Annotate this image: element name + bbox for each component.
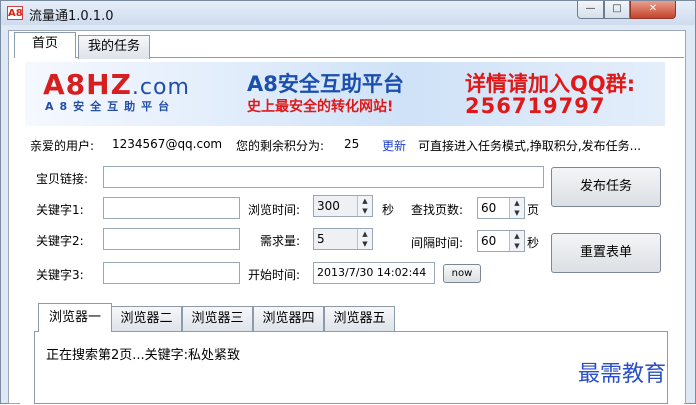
- publish-task-button[interactable]: 发布任务: [551, 167, 661, 207]
- interval-label: 间隔时间:: [411, 236, 464, 250]
- spin-down-icon[interactable]: ▼: [510, 241, 524, 251]
- search-pages-value: 60: [481, 201, 497, 215]
- spin-up-icon[interactable]: ▲: [358, 196, 372, 206]
- browse-time-label: 浏览时间:: [248, 203, 301, 217]
- maximize-button[interactable]: □: [604, 1, 630, 19]
- search-pages-label: 查找页数:: [411, 203, 464, 217]
- banner-logo-text: A8HZ: [43, 68, 132, 101]
- interval-unit: 秒: [527, 236, 540, 250]
- points-value: 25: [344, 137, 360, 151]
- browse-time-spin-buttons[interactable]: ▲ ▼: [357, 196, 372, 216]
- tab-browser-3[interactable]: 浏览器三: [182, 306, 253, 331]
- spin-up-icon[interactable]: ▲: [510, 231, 524, 241]
- banner-subtitle: 史上最安全的转化网站!: [247, 99, 394, 115]
- keyword3-label: 关键字3:: [36, 268, 84, 282]
- close-button[interactable]: ✕: [630, 1, 676, 19]
- link-input[interactable]: [103, 166, 544, 188]
- keyword3-input[interactable]: [103, 262, 240, 284]
- browse-time-unit: 秒: [382, 203, 395, 217]
- demand-label: 需求量:: [260, 234, 301, 248]
- banner-title: A8安全互助平台: [247, 72, 404, 96]
- tab-home[interactable]: 首页: [14, 32, 76, 58]
- search-pages-spinner[interactable]: 60 ▲ ▼: [477, 197, 525, 219]
- demand-value: 5: [317, 232, 325, 246]
- search-pages-unit: 页: [527, 203, 540, 217]
- start-time-input[interactable]: 2013/7/30 14:02:44: [313, 262, 435, 284]
- search-pages-spin-buttons[interactable]: ▲ ▼: [509, 198, 524, 218]
- tab-browser-4[interactable]: 浏览器四: [253, 306, 324, 331]
- ad-banner[interactable]: A8HZ.com A8安全互助平台 A8安全互助平台 史上最安全的转化网站! 详…: [25, 62, 665, 126]
- reset-form-button[interactable]: 重置表单: [551, 233, 661, 273]
- demand-spin-buttons[interactable]: ▲ ▼: [357, 229, 372, 249]
- spin-down-icon[interactable]: ▼: [510, 208, 524, 218]
- update-link[interactable]: 更新: [382, 137, 406, 154]
- status-text: 正在搜索第2页...关键字:私处紧致: [46, 348, 241, 363]
- demand-spinner[interactable]: 5 ▲ ▼: [313, 228, 373, 250]
- keyword2-label: 关键字2:: [36, 234, 84, 248]
- tab-browser-5[interactable]: 浏览器五: [324, 306, 395, 331]
- browse-time-value: 300: [317, 199, 340, 213]
- info-tip: 可直接进入任务模式,挣取积分,发布任务...: [418, 139, 642, 153]
- user-email: 1234567@qq.com: [112, 137, 223, 151]
- start-time-label: 开始时间:: [248, 268, 301, 282]
- keyword1-input[interactable]: [103, 197, 240, 219]
- banner-logo-subtitle: A8安全互助平台: [45, 100, 176, 113]
- spin-down-icon[interactable]: ▼: [358, 206, 372, 216]
- user-label: 亲爱的用户:: [30, 139, 95, 153]
- tab-my-tasks[interactable]: 我的任务: [78, 35, 150, 59]
- spin-down-icon[interactable]: ▼: [358, 239, 372, 249]
- now-button[interactable]: now: [443, 264, 481, 283]
- banner-qq-number: 256719797: [465, 94, 606, 118]
- points-label: 您的剩余积分为:: [236, 139, 325, 153]
- spin-up-icon[interactable]: ▲: [358, 229, 372, 239]
- browser-tab-panel: [34, 331, 668, 404]
- interval-spin-buttons[interactable]: ▲ ▼: [509, 231, 524, 251]
- browse-time-spinner[interactable]: 300 ▲ ▼: [313, 195, 373, 217]
- minimize-button[interactable]: —: [577, 1, 604, 19]
- link-label: 宝贝链接:: [36, 172, 89, 186]
- tab-browser-2[interactable]: 浏览器二: [111, 306, 182, 331]
- banner-logo-domain: .com: [131, 75, 190, 100]
- keyword2-input[interactable]: [103, 228, 240, 250]
- spin-up-icon[interactable]: ▲: [510, 198, 524, 208]
- tab-browser-1[interactable]: 浏览器一: [38, 303, 112, 332]
- banner-logo: A8HZ.com: [43, 68, 190, 101]
- interval-value: 60: [481, 234, 497, 248]
- interval-spinner[interactable]: 60 ▲ ▼: [477, 230, 525, 252]
- watermark-text: 最需教育: [578, 362, 667, 387]
- window-title: 流量通1.0.1.0: [29, 9, 114, 24]
- keyword1-label: 关键字1:: [36, 203, 84, 217]
- app-icon: A8: [7, 6, 23, 20]
- title-bar[interactable]: A8 流量通1.0.1.0 — □ ✕: [1, 1, 695, 25]
